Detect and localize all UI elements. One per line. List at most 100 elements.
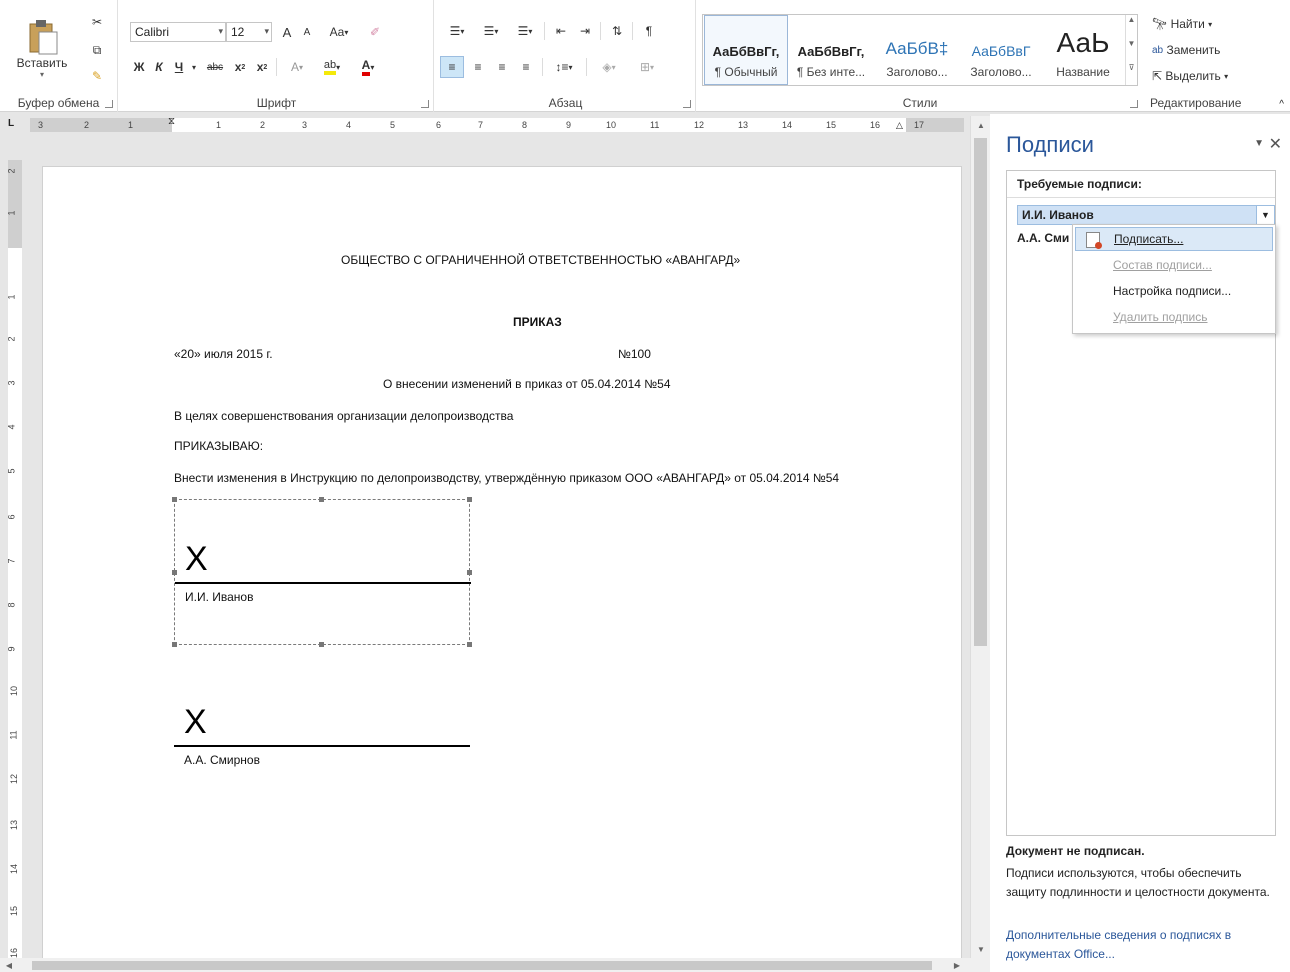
resize-handle[interactable] xyxy=(467,642,472,647)
resize-handle[interactable] xyxy=(172,642,177,647)
line-spacing-button[interactable]: ↕≡ ▾ xyxy=(548,56,580,78)
show-marks-button[interactable]: ¶ xyxy=(638,20,660,42)
resize-handle[interactable] xyxy=(172,497,177,502)
dialog-launcher-icon[interactable] xyxy=(1130,100,1138,108)
tab-selector-icon[interactable]: L xyxy=(8,118,14,129)
vertical-ruler[interactable]: 2 1 1 2 3 4 5 6 7 8 9 10 11 12 13 14 15 … xyxy=(6,160,22,960)
align-center-button[interactable]: ≡ xyxy=(466,56,490,78)
signature-item-selected[interactable]: И.И. Иванов ▼ xyxy=(1017,205,1275,225)
resize-handle[interactable] xyxy=(467,497,472,502)
dialog-launcher-icon[interactable] xyxy=(683,100,691,108)
style-title[interactable]: АаЬ Название xyxy=(1043,15,1123,85)
borders-button[interactable]: ⊞ ▾ xyxy=(630,56,664,78)
subscript-button[interactable]: x2 xyxy=(230,56,250,78)
scroll-up-button[interactable]: ▲ xyxy=(974,118,988,132)
superscript-icon: x xyxy=(256,60,264,74)
pane-options-icon[interactable]: ▼ xyxy=(1254,138,1264,149)
indent-marker-icon[interactable]: ⧖ xyxy=(168,116,175,127)
decrease-indent-button[interactable]: ⇤ xyxy=(550,20,572,42)
chevron-down-icon[interactable]: ▼ xyxy=(1256,206,1274,224)
document-page[interactable]: ОБЩЕСТВО С ОГРАНИЧЕННОЙ ОТВЕТСТВЕННОСТЬЮ… xyxy=(42,166,962,960)
font-color-button[interactable]: A ▾ xyxy=(352,56,384,78)
menu-item-remove-signature[interactable]: Удалить подпись xyxy=(1075,305,1273,329)
strikethrough-button[interactable]: abc xyxy=(202,56,228,78)
vertical-scrollbar[interactable]: ▲ ▼ xyxy=(970,116,990,958)
menu-item-sign[interactable]: Подписать... xyxy=(1075,227,1273,251)
underline-dropdown[interactable]: ▾ xyxy=(188,56,200,78)
signature-line-2[interactable]: X А.А. Смирнов xyxy=(174,701,470,773)
multilevel-list-icon: ☰ xyxy=(517,24,529,38)
gallery-scroll-up[interactable]: ▲ xyxy=(1125,15,1137,39)
font-size-combo[interactable]: 12 ▾ xyxy=(226,22,272,42)
bullets-button[interactable]: ☰ ▾ xyxy=(442,20,472,42)
scroll-left-button[interactable]: ◀ xyxy=(2,958,16,972)
format-painter-button[interactable]: ✎ xyxy=(86,66,108,86)
align-right-button[interactable]: ≡ xyxy=(490,56,514,78)
superscript-button[interactable]: x2 xyxy=(252,56,272,78)
gallery-more[interactable]: ⊽ xyxy=(1125,63,1137,85)
separator xyxy=(544,22,545,40)
ruler-tick: 5 xyxy=(6,468,17,474)
scroll-down-button[interactable]: ▼ xyxy=(974,942,988,956)
ruler-tick: 9 xyxy=(6,646,17,652)
resize-handle[interactable] xyxy=(319,497,324,502)
justify-button[interactable]: ≡ xyxy=(514,56,538,78)
bold-button[interactable]: Ж xyxy=(130,56,148,78)
highlight-button[interactable]: ab ▾ xyxy=(316,56,348,78)
replace-icon: ab xyxy=(1152,44,1164,56)
clear-format-button[interactable]: ✐ xyxy=(364,22,386,42)
copy-button[interactable]: ⧉ xyxy=(86,40,108,60)
replace-button[interactable]: ab Заменить xyxy=(1152,40,1252,60)
multilevel-list-button[interactable]: ☰ ▾ xyxy=(510,20,540,42)
dialog-launcher-icon[interactable] xyxy=(105,100,113,108)
close-icon[interactable]: ✕ xyxy=(1269,134,1282,154)
change-case-button[interactable]: Aa ▾ xyxy=(322,22,356,42)
cut-button[interactable]: ✂ xyxy=(86,12,108,32)
resize-handle[interactable] xyxy=(172,570,177,575)
gallery-scroll-down[interactable]: ▼ xyxy=(1125,39,1137,63)
font-name-combo[interactable]: Calibri ▾ xyxy=(130,22,226,42)
ruler-tick: 8 xyxy=(6,602,17,608)
shading-button[interactable]: ◈ ▾ xyxy=(592,56,626,78)
paste-button[interactable]: Вставить ▾ xyxy=(14,10,70,86)
dialog-launcher-icon[interactable] xyxy=(421,100,429,108)
signatures-help-link[interactable]: Дополнительные сведения о подписях в док… xyxy=(1006,926,1284,964)
increase-indent-button[interactable]: ⇥ xyxy=(574,20,596,42)
numbering-button[interactable]: ☰ ▾ xyxy=(476,20,506,42)
chevron-down-icon[interactable]: ▾ xyxy=(218,26,223,37)
italic-button[interactable]: К xyxy=(150,56,168,78)
scroll-thumb[interactable] xyxy=(32,961,932,970)
find-button[interactable]: 🔭︎ Найти ▾ xyxy=(1152,14,1232,34)
align-left-button[interactable]: ≡ xyxy=(440,56,464,78)
resize-handle[interactable] xyxy=(467,570,472,575)
scroll-right-button[interactable]: ▶ xyxy=(950,958,964,972)
grow-font-button[interactable]: A xyxy=(278,22,296,42)
menu-item-signature-details[interactable]: Состав подписи... xyxy=(1075,253,1273,277)
chevron-down-icon[interactable]: ▾ xyxy=(264,26,269,37)
style-heading-1[interactable]: АаБбВ‡ Заголово... xyxy=(875,15,959,85)
underline-button[interactable]: Ч xyxy=(170,56,188,78)
style-name: Название xyxy=(1056,65,1110,79)
subscript-icon: x xyxy=(234,60,242,74)
right-indent-marker-icon[interactable]: △ xyxy=(896,120,903,131)
style-no-spacing[interactable]: АаБбВвГг, ¶ Без инте... xyxy=(789,15,873,85)
signature-item[interactable]: А.А. Сми xyxy=(1017,231,1069,245)
sort-button[interactable]: ⇅ xyxy=(606,20,628,42)
text-effects-button[interactable]: A ▾ xyxy=(282,56,312,78)
horizontal-scrollbar[interactable]: ◀ ▶ xyxy=(0,958,990,972)
signature-line-1-selection[interactable]: X И.И. Иванов xyxy=(172,497,472,647)
scroll-thumb[interactable] xyxy=(974,138,987,646)
style-heading-2[interactable]: АаБбВвГ Заголово... xyxy=(959,15,1043,85)
shrink-font-button[interactable]: A xyxy=(298,22,316,42)
horizontal-ruler[interactable]: L 3 2 1 ⧖ 1 2 3 4 5 6 7 8 9 10 11 12 13 … xyxy=(0,114,972,136)
resize-handle[interactable] xyxy=(319,642,324,647)
select-button[interactable]: ⇱ Выделить ▾ xyxy=(1152,66,1252,86)
replace-label: Заменить xyxy=(1166,43,1221,57)
ruler-tick: 3 xyxy=(38,120,44,130)
style-normal[interactable]: АаБбВвГг, ¶ Обычный xyxy=(704,15,788,85)
signature-underline xyxy=(175,582,471,584)
menu-item-label: Подписать... xyxy=(1114,232,1184,246)
collapse-ribbon-icon[interactable]: ^ xyxy=(1279,99,1284,110)
document-area[interactable]: ОБЩЕСТВО С ОГРАНИЧЕННОЙ ОТВЕТСТВЕННОСТЬЮ… xyxy=(28,140,970,960)
menu-item-signature-setup[interactable]: Настройка подписи... xyxy=(1075,279,1273,303)
